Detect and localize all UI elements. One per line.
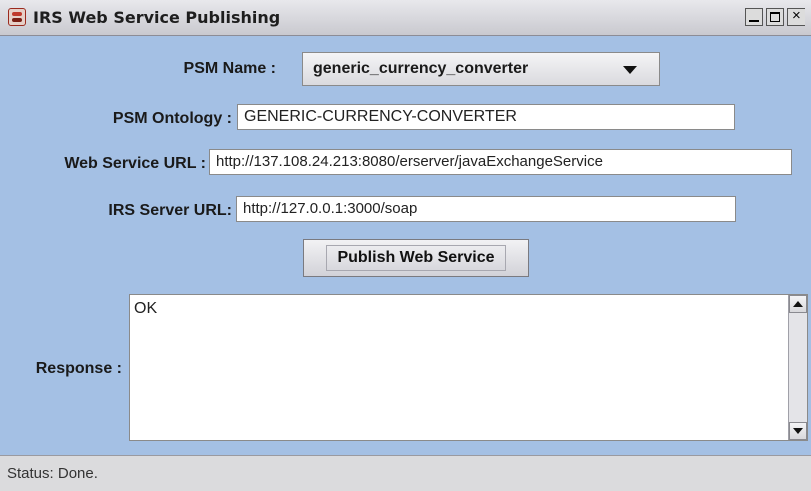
psm-ontology-label: PSM Ontology : [112,110,232,127]
status-text: Status: Done. [7,465,98,482]
maximize-button[interactable] [766,8,784,26]
scroll-down-icon[interactable] [789,422,807,440]
psm-name-dropdown[interactable]: generic_currency_converter [302,52,660,86]
response-text: OK [134,300,158,317]
irs-server-url-field[interactable]: http://127.0.0.1:3000/soap [236,196,736,222]
chevron-down-icon [623,66,637,74]
irs-server-url-label: IRS Server URL: [108,202,232,219]
publish-button-label: Publish Web Service [326,245,506,271]
psm-name-value: generic_currency_converter [313,60,529,77]
minimize-button[interactable] [745,8,763,26]
title-bar[interactable]: IRS Web Service Publishing × [0,0,811,36]
response-scrollbar[interactable] [788,295,807,440]
psm-name-label: PSM Name : [183,60,276,77]
window-title: IRS Web Service Publishing [33,8,281,27]
irs-publishing-window: IRS Web Service Publishing × PSM Name : … [0,0,811,491]
response-textarea[interactable]: OK [129,294,808,441]
web-service-url-label: Web Service URL : [64,155,206,172]
response-label: Response : [35,360,122,377]
status-bar: Status: Done. [0,455,811,491]
scroll-up-icon[interactable] [789,295,807,313]
web-service-url-field[interactable]: http://137.108.24.213:8080/erserver/java… [209,149,792,175]
psm-ontology-field[interactable]: GENERIC-CURRENCY-CONVERTER [237,104,735,130]
app-icon [8,8,26,26]
publish-web-service-button[interactable]: Publish Web Service [303,239,529,277]
close-button[interactable]: × [787,7,805,26]
close-icon: × [792,7,801,24]
